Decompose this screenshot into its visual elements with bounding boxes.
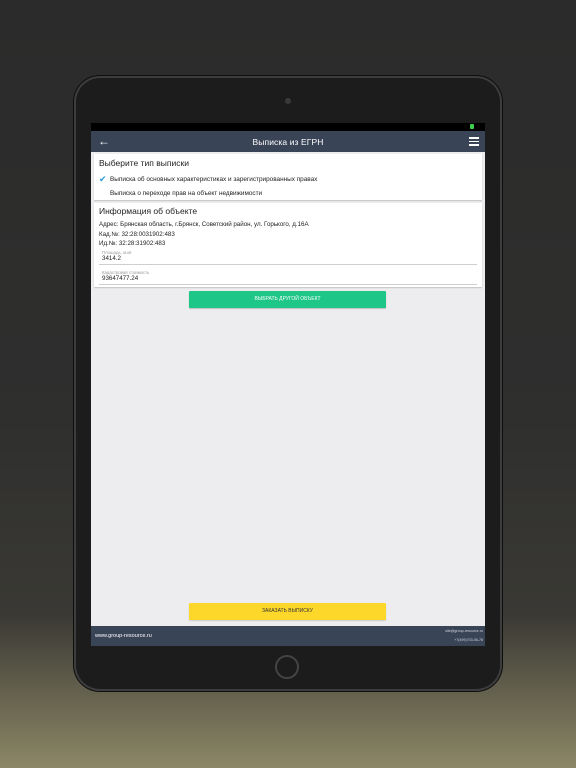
choose-other-object-button[interactable]: ВЫБРАТЬ ДРУГОЙ ОБЪЕКТ (189, 291, 386, 308)
cadastral-cost-field[interactable]: Кадастровая стоимость 93647477.24 (99, 270, 477, 285)
object-address: Адрес: Брянская область, г.Брянск, Совет… (99, 221, 309, 228)
checkmark-icon: ✔ (99, 173, 107, 184)
cadastral-cost-value: 93647477.24 (102, 274, 139, 282)
object-info-heading: Информация об объекте (99, 206, 198, 216)
footer-phone-link[interactable]: +7(499)703-06-78 (454, 638, 483, 642)
app-bar: ← Выписка из ЕГРН (91, 131, 485, 152)
cadastral-number: Кад.№: 32:28:0031902:483 (99, 230, 175, 238)
footer-email-link[interactable]: site@group-resource.ru (445, 629, 483, 633)
status-bar (91, 123, 485, 131)
area-field[interactable]: Площадь, м.кв 3414.2 (99, 250, 477, 265)
extract-type-card: Выберите тип выписки ✔ Выписка об основн… (94, 154, 482, 200)
object-info-card: Информация об объекте Адрес: Брянская об… (94, 203, 482, 287)
home-button[interactable] (275, 655, 299, 679)
camera-dot (285, 98, 291, 104)
option-basic-characteristics[interactable]: ✔ Выписка об основных характеристиках и … (99, 172, 477, 186)
option-rights-transfer[interactable]: Выписка о переходе прав на объект недвиж… (99, 186, 477, 200)
tablet-frame: ← Выписка из ЕГРН Выберите тип выписки ✔… (74, 76, 502, 691)
app-title: Выписка из ЕГРН (252, 136, 324, 147)
order-extract-button[interactable]: ЗАКАЗАТЬ ВЫПИСКУ (189, 603, 386, 620)
option-label: Выписка о переходе прав на объект недвиж… (110, 189, 263, 197)
option-label: Выписка об основных характеристиках и за… (110, 175, 318, 183)
hamburger-menu-icon[interactable] (469, 137, 479, 146)
area-value: 3414.2 (102, 254, 121, 262)
battery-icon (470, 124, 474, 129)
extract-type-heading: Выберите тип выписки (99, 158, 189, 168)
footer-website-link[interactable]: www.group-resource.ru (95, 633, 152, 639)
app-screen: ← Выписка из ЕГРН Выберите тип выписки ✔… (91, 123, 485, 646)
back-arrow-icon[interactable]: ← (98, 134, 110, 148)
footer-bar: www.group-resource.ru site@group-resourc… (91, 626, 485, 646)
id-number: Ид.№: 32:28:31902:483 (99, 240, 166, 247)
